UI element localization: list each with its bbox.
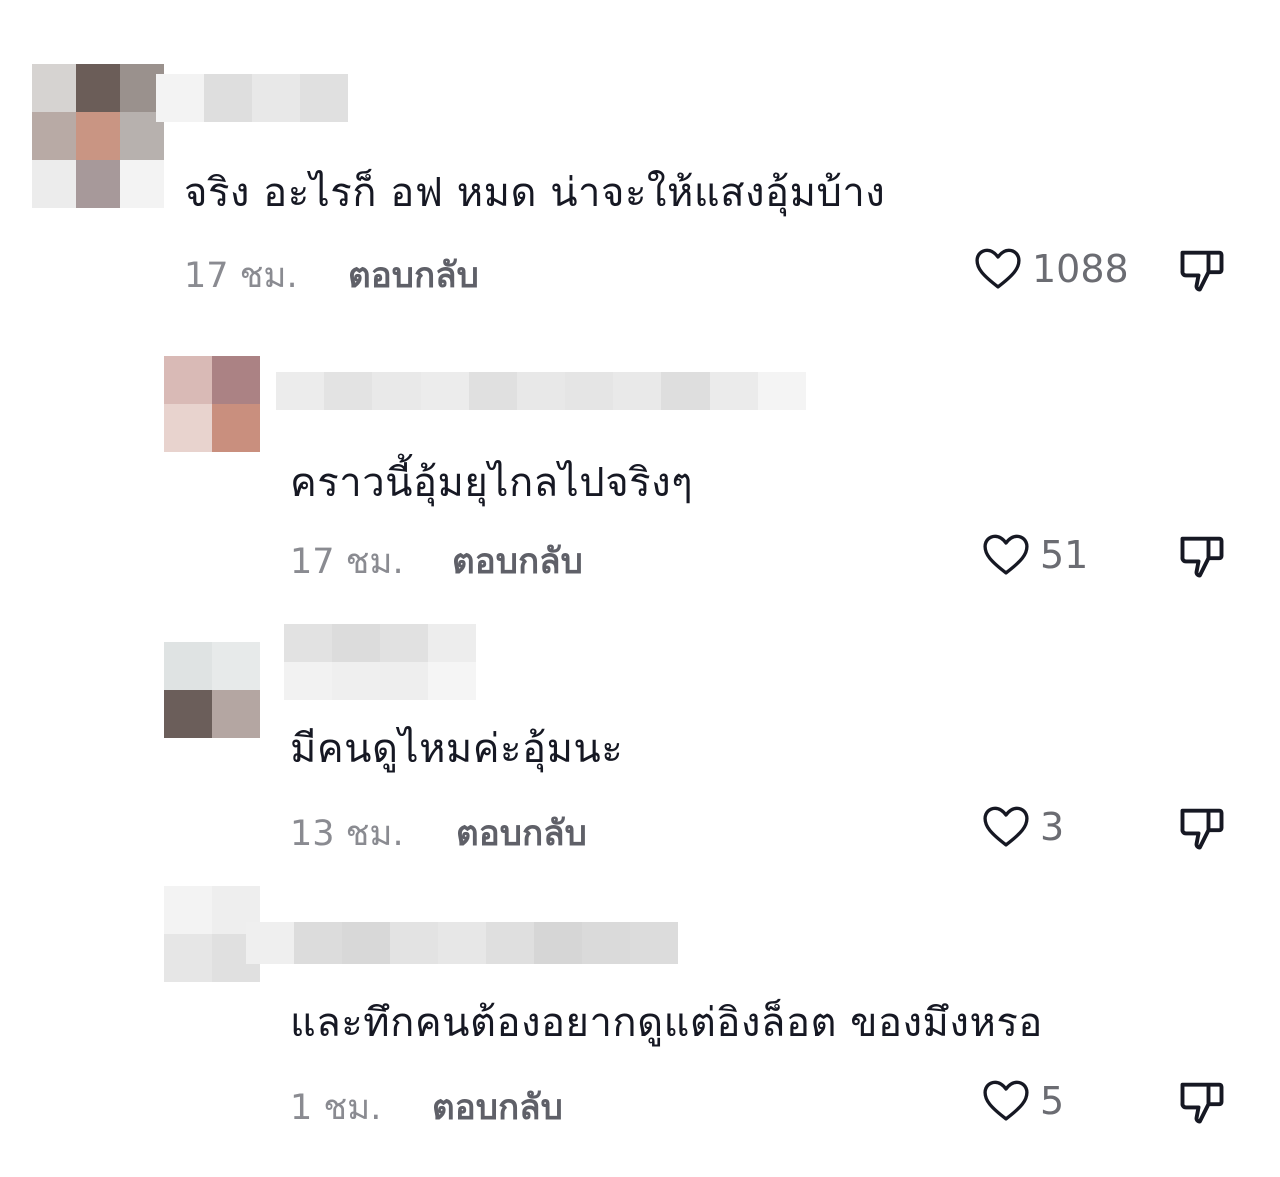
heart-outline-icon <box>980 530 1032 580</box>
dislike-button[interactable] <box>1176 530 1228 582</box>
like-count: 5 <box>1040 1079 1065 1123</box>
avatar[interactable] <box>164 642 260 738</box>
comment-item: จริง อะไรก็ อฟ หมด น่าจะให้แสงอุ้มบ้าง 1… <box>0 0 1280 320</box>
like-count: 3 <box>1040 805 1065 849</box>
comment-time: 13 ชม. <box>290 814 404 854</box>
avatar[interactable] <box>164 356 260 452</box>
thumbs-down-outline-icon <box>1180 536 1224 578</box>
comment-thread: { "comments": [ { "text": "จริง อะไรก็ อ… <box>0 0 1280 1177</box>
comment-time: 17 ชม. <box>184 256 298 296</box>
heart-outline-icon <box>972 244 1024 294</box>
like-button[interactable]: 51 <box>980 530 1088 580</box>
reply-button[interactable]: ตอบกลับ <box>432 1080 563 1135</box>
thumbs-down-outline-icon <box>1180 250 1224 292</box>
reply-button[interactable]: ตอบกลับ <box>456 806 587 861</box>
avatar-cell <box>164 738 260 742</box>
avatar[interactable] <box>32 64 164 208</box>
heart-outline-icon <box>980 802 1032 852</box>
like-button[interactable]: 1088 <box>972 244 1129 294</box>
like-count: 1088 <box>1032 247 1129 291</box>
username-blurred[interactable] <box>284 624 476 700</box>
dislike-button[interactable] <box>1176 1076 1228 1128</box>
comment-time: 1 ชม. <box>290 1088 382 1128</box>
like-button[interactable]: 3 <box>980 802 1064 852</box>
dislike-button[interactable] <box>1176 802 1228 854</box>
comment-time: 17 ชม. <box>290 542 404 582</box>
like-count: 51 <box>1040 533 1089 577</box>
thumbs-down-outline-icon <box>1180 808 1224 850</box>
comment-text: จริง อะไรก็ อฟ หมด น่าจะให้แสงอุ้มบ้าง <box>184 170 886 216</box>
thumbs-down-outline-icon <box>1180 1082 1224 1124</box>
comment-item: มีคนดูไหมค่ะอุ้มนะ 13 ชม. ตอบกลับ 3 <box>0 590 1280 860</box>
username-blurred[interactable] <box>156 74 348 122</box>
like-button[interactable]: 5 <box>980 1076 1064 1126</box>
dislike-button[interactable] <box>1176 244 1228 296</box>
comment-text: คราวนี้อุ้มยุไกลไปจริงๆ <box>290 460 694 506</box>
comment-text: มีคนดูไหมค่ะอุ้มนะ <box>290 726 624 772</box>
username-blurred[interactable] <box>246 922 678 964</box>
comment-item: และทึกคนต้องอยากดูแต่อิงล็อต ของมึงหรอ 1… <box>0 860 1280 1177</box>
heart-outline-icon <box>980 1076 1032 1126</box>
comment-item: คราวนี้อุ้มยุไกลไปจริงๆ 17 ชม. ตอบกลับ 5… <box>0 320 1280 590</box>
comment-text: และทึกคนต้องอยากดูแต่อิงล็อต ของมึงหรอ <box>290 1000 1043 1046</box>
reply-button[interactable]: ตอบกลับ <box>452 534 583 589</box>
reply-button[interactable]: ตอบกลับ <box>348 248 479 303</box>
username-blurred[interactable] <box>276 372 806 410</box>
